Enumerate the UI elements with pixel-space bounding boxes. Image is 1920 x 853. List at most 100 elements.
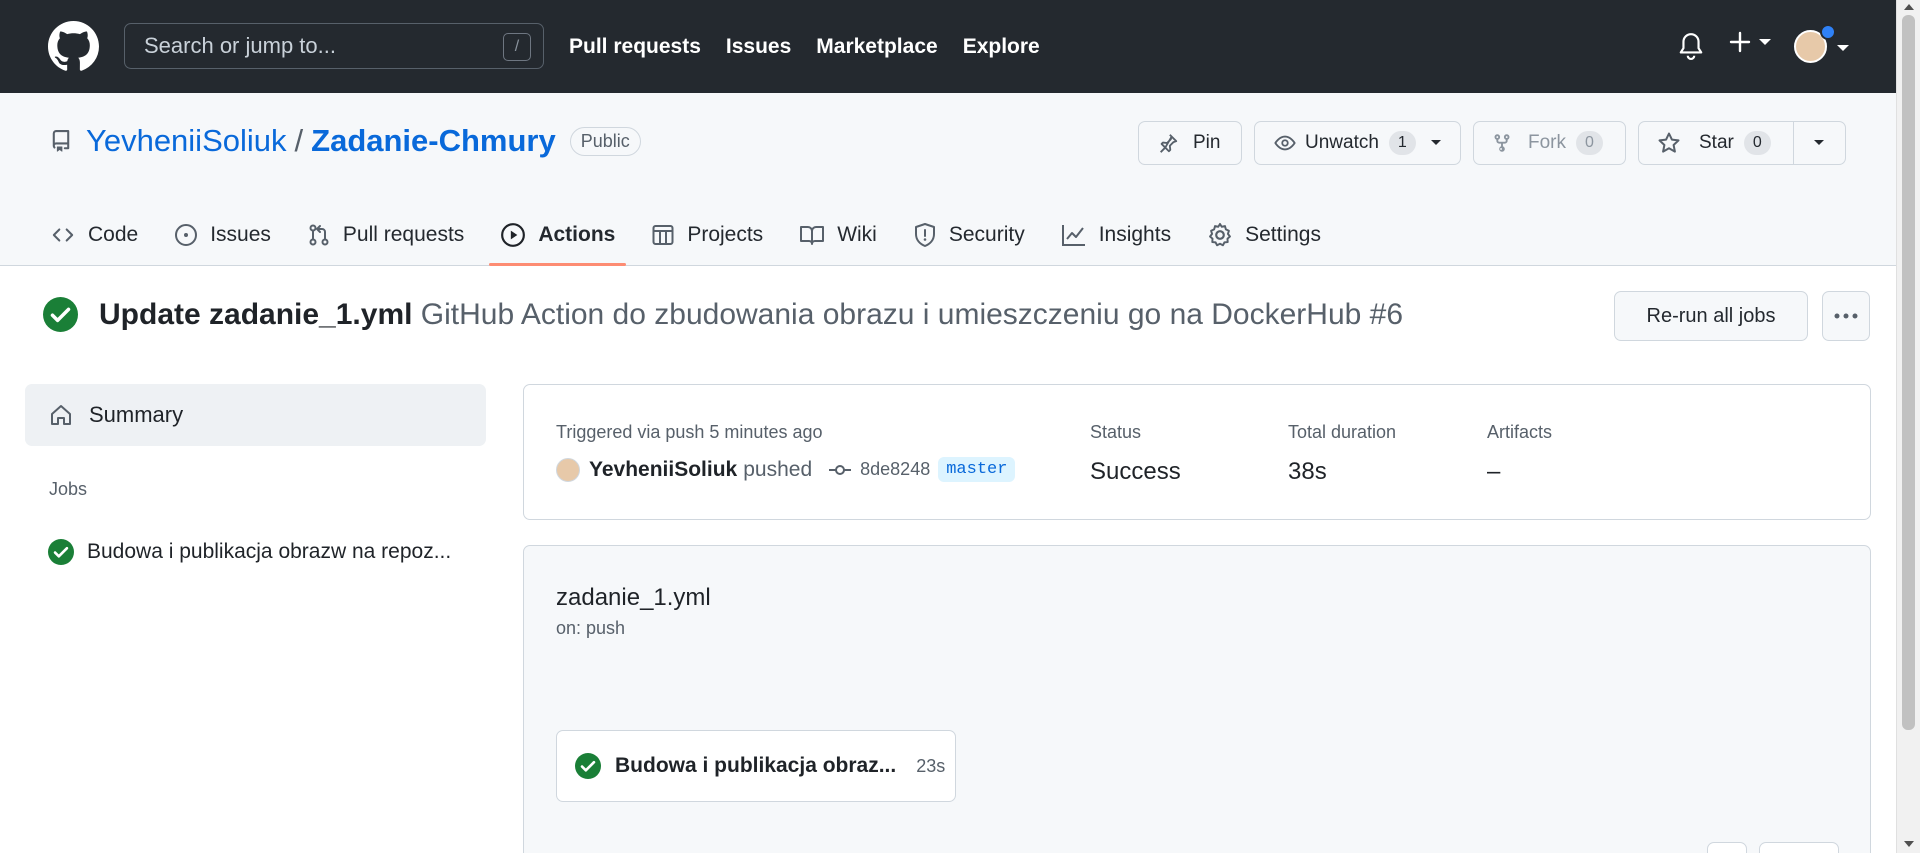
pin-icon	[1160, 134, 1178, 153]
fork-button[interactable]: Fork 0	[1473, 121, 1626, 165]
tab-code[interactable]: Code	[50, 203, 138, 266]
shield-icon	[914, 222, 935, 247]
star-label: Star	[1699, 132, 1734, 153]
scroll-up-arrow-icon[interactable]	[1904, 4, 1914, 10]
issue-icon	[175, 223, 198, 246]
summary-label: Summary	[89, 402, 184, 427]
nav-pull-requests[interactable]: Pull requests	[569, 35, 701, 59]
repo-owner-link[interactable]: YevheniiSoliuk	[86, 123, 287, 159]
gear-icon	[1209, 222, 1232, 246]
success-check-icon	[43, 297, 78, 332]
trigger-info: Triggered via push 5 minutes ago	[556, 422, 823, 442]
run-summary-card: Triggered via push 5 minutes ago Yevheni…	[523, 384, 1871, 520]
zoom-controls[interactable]	[1759, 842, 1839, 853]
tab-settings[interactable]: Settings	[1207, 203, 1321, 266]
caret-down-icon	[1430, 140, 1441, 145]
push-verb: pushed	[743, 457, 813, 481]
duration-stat: Total duration 38s	[1288, 422, 1396, 486]
tab-settings-label: Settings	[1245, 222, 1321, 246]
tab-projects[interactable]: Projects	[651, 203, 763, 266]
tab-actions[interactable]: Actions	[489, 203, 627, 266]
tab-actions-label: Actions	[538, 222, 616, 246]
page-scrollbar[interactable]	[1896, 0, 1920, 853]
tab-insights[interactable]: Insights	[1061, 203, 1171, 266]
tab-security[interactable]: Security	[913, 203, 1025, 266]
artifacts-label: Artifacts	[1487, 422, 1553, 442]
jobs-heading: Jobs	[49, 479, 88, 499]
sidebar-summary-link[interactable]: Summary	[25, 384, 486, 446]
caret-down-icon[interactable]	[1813, 139, 1825, 147]
sidebar-job-item[interactable]: Budowa i publikacja obrazw na repoz...	[48, 539, 451, 565]
pin-button[interactable]: Pin	[1138, 121, 1242, 165]
unwatch-label: Unwatch	[1305, 132, 1379, 153]
workflow-trigger: on: push	[556, 618, 626, 638]
tab-insights-label: Insights	[1098, 222, 1172, 246]
success-check-icon	[48, 539, 74, 565]
button-divider	[1793, 122, 1794, 164]
branch-badge[interactable]: master	[938, 457, 1016, 482]
unwatch-button[interactable]: Unwatch 1	[1254, 121, 1461, 165]
nav-issues[interactable]: Issues	[726, 35, 791, 59]
workflow-job-node[interactable]: Budowa i publikacja obraz... 23s	[556, 730, 956, 802]
nav-marketplace[interactable]: Marketplace	[816, 35, 937, 59]
push-info: YevheniiSoliuk pushed 8de8248 master	[556, 457, 1016, 482]
job-node-duration: 23s	[916, 755, 946, 776]
home-icon	[51, 405, 71, 425]
commit-sha-link[interactable]: 8de8248	[860, 459, 930, 480]
user-avatar[interactable]	[556, 457, 580, 482]
nav-explore[interactable]: Explore	[963, 35, 1040, 59]
duration-label: Total duration	[1288, 422, 1397, 442]
more-options-icon[interactable]	[1822, 291, 1870, 341]
notifications-bell-icon[interactable]	[1678, 32, 1704, 60]
fork-label: Fork	[1528, 132, 1566, 153]
repo-breadcrumb: YevheniiSoliuk / Zadanie-Chmury Public	[50, 123, 641, 159]
fullscreen-icon[interactable]	[1707, 842, 1747, 853]
run-title: Update zadanie_1.yml GitHub Action do zb…	[99, 298, 1403, 332]
status-value: Success	[1090, 458, 1181, 485]
tab-projects-label: Projects	[687, 222, 764, 246]
job-node-name: Budowa i publikacja obraz...	[615, 754, 897, 777]
repo-tabs: Code Issues Pull requests Actions Projec…	[50, 203, 1357, 266]
star-count: 0	[1743, 131, 1771, 155]
create-new-menu[interactable]	[1728, 30, 1772, 54]
tab-security-label: Security	[948, 222, 1025, 246]
repo-header: YevheniiSoliuk / Zadanie-Chmury Public P…	[0, 93, 1896, 266]
search-shortcut-key: /	[503, 33, 531, 61]
watch-count: 1	[1388, 131, 1416, 155]
fork-count: 0	[1576, 131, 1603, 155]
top-nav: Pull requests Issues Marketplace Explore	[569, 0, 1065, 93]
scrollbar-thumb[interactable]	[1902, 15, 1915, 730]
workflow-run-title: GitHub Action do zbudowania obrazu i umi…	[420, 298, 1404, 331]
search-placeholder: Search or jump to...	[144, 33, 336, 58]
table-icon	[652, 224, 674, 245]
book-icon	[800, 225, 825, 245]
sidebar-job-label: Budowa i publikacja obrazw na repoz...	[87, 540, 452, 563]
workflow-file-name: zadanie_1.yml	[556, 584, 711, 611]
tab-issues[interactable]: Issues	[174, 203, 271, 266]
caret-down-icon[interactable]	[1836, 43, 1850, 53]
commit-title: Update zadanie_1.yml	[99, 298, 413, 331]
tab-wiki[interactable]: Wiki	[799, 203, 877, 266]
search-input[interactable]: Search or jump to... /	[124, 23, 544, 69]
star-button[interactable]: Star 0	[1638, 121, 1846, 165]
status-stat: Status Success	[1090, 422, 1181, 486]
rerun-all-jobs-button[interactable]: Re-run all jobs	[1614, 291, 1808, 341]
pin-label: Pin	[1193, 132, 1221, 153]
tab-pull-requests[interactable]: Pull requests	[307, 203, 464, 266]
duration-value: 38s	[1288, 458, 1327, 485]
tab-pull-requests-label: Pull requests	[342, 222, 465, 246]
breadcrumb-separator: /	[294, 123, 304, 158]
github-logo-icon[interactable]	[48, 21, 99, 72]
pull-request-icon	[309, 224, 329, 245]
repo-name-link[interactable]: Zadanie-Chmury	[311, 123, 556, 159]
global-header: Search or jump to... / Pull requests Iss…	[0, 0, 1896, 93]
notification-dot	[1820, 24, 1836, 40]
play-icon	[501, 222, 526, 247]
workflow-graph-card: zadanie_1.yml on: push Budowa i publikac…	[523, 545, 1871, 853]
pusher-link[interactable]: YevheniiSoliuk	[589, 458, 737, 482]
status-label: Status	[1090, 422, 1142, 442]
artifacts-stat: Artifacts –	[1487, 422, 1552, 486]
graph-icon	[1061, 224, 1085, 246]
scroll-down-arrow-icon[interactable]	[1904, 841, 1914, 847]
star-icon	[1658, 132, 1680, 153]
